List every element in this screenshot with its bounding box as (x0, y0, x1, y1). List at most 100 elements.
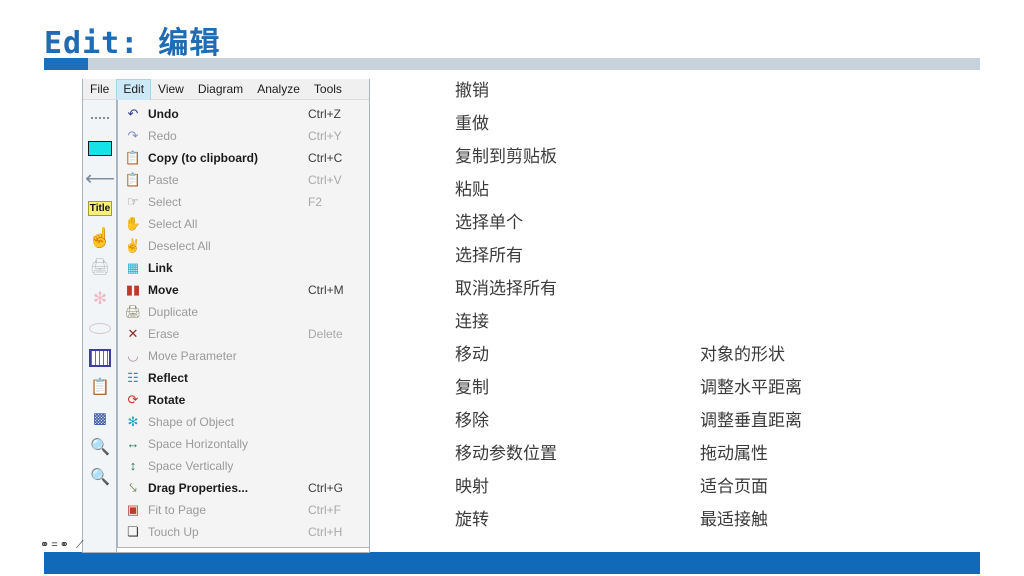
ellipse-parameter-icon[interactable] (83, 313, 117, 343)
space-vertically-icon: ↕ (129, 458, 137, 473)
footer-bar (44, 552, 980, 574)
menu-item-shortcut: Ctrl+C (308, 151, 343, 165)
zoom-page-icon[interactable]: 🔍 (83, 463, 117, 493)
drag-properties-icon: ⤥ (129, 480, 137, 495)
menu-item-move[interactable]: ▮▮ Move Ctrl+M (118, 279, 369, 301)
copy-clipboard-icon: 📋 (124, 150, 142, 165)
translation-erase: 移除 (455, 411, 489, 430)
translation-touch-up: 最适接触 (700, 510, 768, 529)
menu-item-label: Deselect All (148, 239, 211, 253)
menu-item-shortcut: Ctrl+Y (308, 129, 342, 143)
translation-reflect: 映射 (455, 477, 489, 496)
menu-item-erase[interactable]: ✕ Erase Delete (118, 323, 369, 345)
menu-item-shape-of-object[interactable]: ✻ Shape of Object (118, 411, 369, 433)
clipboard-export-icon[interactable]: 📋 (83, 373, 117, 403)
menu-item-label: Move Parameter (148, 349, 237, 363)
menu-item-undo[interactable]: ↶ Undo Ctrl+Z (118, 103, 369, 125)
menu-item-label: Link (148, 261, 173, 275)
thermometer-chart-icon[interactable]: ▩ (83, 403, 117, 433)
menubar-item-file[interactable]: File (83, 79, 116, 100)
menu-item-copy[interactable]: 📋 Copy (to clipboard) Ctrl+C (118, 147, 369, 169)
menu-item-touch-up[interactable]: ❏ Touch Up Ctrl+H (118, 521, 369, 543)
translation-column-right: 对象的形状 调整水平距离 调整垂直距离 拖动属性 适合页面 最适接触 (700, 338, 802, 536)
translation-duplicate: 复制 (455, 378, 489, 397)
menu-item-label: Shape of Object (148, 415, 235, 429)
duplicate-icon: 🖨 (124, 304, 142, 319)
app-side-toolbar: ⟵ Title ☝ 🖨 ✻ 📋 ▩ 🔍 🔍 (83, 100, 117, 552)
move-icon: ▮▮ (125, 282, 141, 297)
move-snowflake-icon[interactable]: ✻ (83, 283, 117, 313)
select-hand-icon: ☞ (127, 194, 139, 209)
menu-item-rotate[interactable]: ⟳ Rotate (118, 389, 369, 411)
menu-item-shortcut: Ctrl+Z (308, 107, 341, 121)
menu-item-deselect-all[interactable]: ✌ Deselect All (118, 235, 369, 257)
menu-item-paste[interactable]: 📋 Paste Ctrl+V (118, 169, 369, 191)
menu-item-shortcut: Ctrl+H (308, 525, 343, 539)
menu-item-drag-properties[interactable]: ⤥ Drag Properties... Ctrl+G (118, 477, 369, 499)
menu-item-shortcut: Ctrl+F (308, 503, 341, 517)
translation-paste: 粘贴 (455, 180, 489, 199)
menu-item-label: Rotate (148, 393, 186, 407)
toolbar-bottom-glyphs: ⚭=⚭ ⟋ (40, 539, 86, 551)
pointing-hand-icon[interactable]: ☝ (83, 223, 117, 253)
slide-root: Edit: 编辑 File Edit View Diagram Analyze … (0, 0, 1024, 576)
menu-item-label: Copy (to clipboard) (148, 151, 258, 165)
fit-to-page-icon: ▣ (126, 502, 140, 517)
menubar-item-diagram[interactable]: Diagram (191, 79, 250, 100)
menu-item-label: Select All (148, 217, 198, 231)
cyan-color-swatch-icon[interactable] (83, 133, 117, 163)
menu-item-label: Erase (148, 327, 180, 341)
menubar-item-edit[interactable]: Edit (116, 79, 152, 100)
arrow-left-icon[interactable]: ⟵ (83, 163, 117, 193)
dotted-handle-icon[interactable] (83, 103, 117, 133)
menu-item-label: Undo (148, 107, 179, 121)
app-window-screenshot: File Edit View Diagram Analyze Tools ⟵ T… (82, 79, 370, 553)
menu-item-select-all[interactable]: ✋ Select All (118, 213, 369, 235)
menu-item-label: Reflect (148, 371, 189, 385)
zoom-object-icon[interactable]: 🔍 (83, 433, 117, 463)
menu-item-select[interactable]: ☞ Select F2 (118, 191, 369, 213)
menu-item-redo[interactable]: ↷ Redo Ctrl+Y (118, 125, 369, 147)
select-all-hand-icon: ✋ (124, 216, 142, 231)
translation-copy: 复制到剪贴板 (455, 147, 557, 166)
title-text-icon[interactable]: Title (83, 193, 117, 223)
deselect-all-hand-icon: ✌ (124, 238, 142, 253)
duplicate-stamp-icon[interactable]: 🖨 (83, 253, 117, 283)
menu-item-label: Fit to Page (148, 503, 207, 517)
menubar-item-tools[interactable]: Tools (307, 79, 349, 100)
menu-item-label: Redo (148, 129, 177, 143)
redo-icon: ↷ (127, 128, 139, 143)
reflect-icon: ☷ (127, 370, 139, 385)
space-horizontally-icon: ↔ (126, 436, 140, 451)
menu-item-label: Move (148, 283, 179, 297)
translation-column-left: 撤销 重做 复制到剪贴板 粘贴 选择单个 选择所有 取消选择所有 连接 移动 复… (455, 74, 557, 536)
menu-item-space-vertically[interactable]: ↕ Space Vertically (118, 455, 369, 477)
menubar-item-view[interactable]: View (151, 79, 191, 100)
menu-item-space-horizontally[interactable]: ↔ Space Horizontally (118, 433, 369, 455)
menu-item-shortcut: Ctrl+G (308, 481, 344, 495)
menu-item-shortcut: Ctrl+V (308, 173, 342, 187)
link-icon: ▦ (126, 260, 140, 275)
menu-item-shortcut: F2 (308, 195, 323, 209)
translation-space-vertically: 调整垂直距离 (700, 411, 802, 430)
menu-item-link[interactable]: ▦ Link (118, 257, 369, 279)
shape-of-object-icon: ✻ (127, 414, 139, 429)
menu-item-move-parameter[interactable]: ◡ Move Parameter (118, 345, 369, 367)
translation-move: 移动 (455, 345, 489, 364)
translation-redo: 重做 (455, 114, 489, 133)
menubar-item-analyze[interactable]: Analyze (250, 79, 307, 100)
translation-drag-properties: 拖动属性 (700, 444, 768, 463)
menu-item-label: Paste (148, 173, 179, 187)
page-title: Edit: 编辑 (44, 26, 221, 61)
menu-item-fit-to-page[interactable]: ▣ Fit to Page Ctrl+F (118, 499, 369, 521)
menu-item-label: Touch Up (148, 525, 199, 539)
paste-icon: 📋 (124, 172, 142, 187)
menu-item-reflect[interactable]: ☷ Reflect (118, 367, 369, 389)
menu-item-label: Drag Properties... (148, 481, 249, 495)
menu-item-duplicate[interactable]: 🖨 Duplicate (118, 301, 369, 323)
table-grid-icon[interactable] (83, 343, 117, 373)
menu-item-label: Space Horizontally (148, 437, 249, 451)
menu-item-label: Duplicate (148, 305, 199, 319)
menu-item-label: Select (148, 195, 182, 209)
rotate-icon: ⟳ (127, 392, 139, 407)
